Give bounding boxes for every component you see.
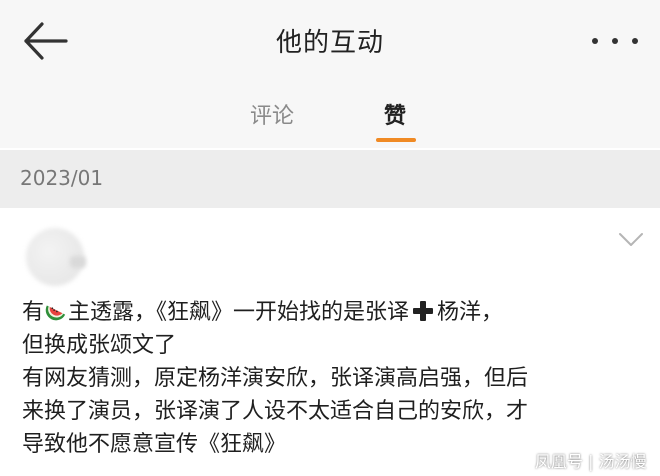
post-line: 有网友猜测，原定杨洋演安欣，张译演高启强，但后 [22,366,529,391]
watermark: 凤凰号 | 汤汤慢 [535,452,647,471]
tab-comments[interactable]: 评论 [250,98,294,130]
chevron-down-icon[interactable] [618,232,644,248]
date-label: 2023/01 [20,166,104,190]
post-line: 来换了演员，张译演了人设不太适合自己的安欣，才 [22,399,529,424]
top-bar: 他的互动 [0,0,660,83]
plus-icon [413,301,434,321]
watermelon-icon [45,305,66,321]
tab-likes[interactable]: 赞 [384,98,406,130]
username-blurred [70,256,86,268]
more-dot [632,38,638,44]
more-dot [592,38,598,44]
date-section-header: 2023/01 [0,150,660,208]
more-dots-icon[interactable] [592,36,638,46]
post-line-segment: 主透露，《狂飙》一开始找的是张译 [68,300,410,325]
more-dot [612,38,618,44]
post-line: 有 主透露，《狂飙》一开始找的是张译 杨洋， [22,296,642,329]
post-line-segment: 杨洋， [437,300,504,325]
post-line-segment: 有 [22,300,45,325]
post-text: 有 主透露，《狂飙》一开始找的是张译 杨洋， 但换成张颂文了 有网友猜测，原定杨… [22,296,642,461]
page-title: 他的互动 [275,28,384,58]
post-card[interactable]: 有 主透露，《狂飙》一开始找的是张译 杨洋， 但换成张颂文了 有网友猜测，原定杨… [0,208,660,476]
tab-bar: 评论 赞 [0,82,660,148]
post-line: 但换成张颂文了 [22,333,177,358]
active-tab-indicator [376,138,416,142]
